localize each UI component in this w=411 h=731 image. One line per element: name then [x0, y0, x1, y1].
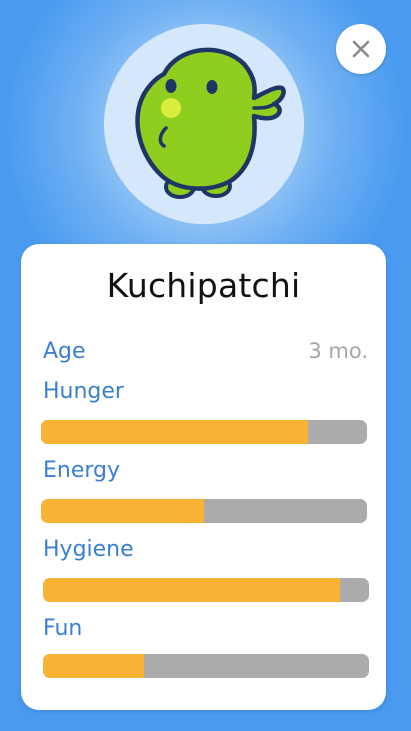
age-label: Age: [43, 339, 86, 364]
hunger-label: Hunger: [43, 379, 124, 404]
hygiene-bar-fill: [43, 578, 340, 602]
pet-name: Kuchipatchi: [106, 266, 301, 305]
close-button[interactable]: [336, 24, 386, 74]
close-icon: [352, 40, 370, 58]
age-value: 3 mo.: [308, 339, 368, 363]
energy-bar-fill: [41, 499, 204, 523]
pet-stats-card: Kuchipatchi Age 3 mo. Hunger Energy Hygi…: [21, 244, 386, 710]
pet-status-screen: Kuchipatchi Age 3 mo. Hunger Energy Hygi…: [0, 0, 411, 731]
hunger-bar-fill: [41, 420, 309, 444]
hunger-bar: [41, 420, 367, 444]
fun-bar: [43, 654, 369, 678]
pet-avatar: [104, 24, 304, 224]
hygiene-bar: [43, 578, 369, 602]
hygiene-label: Hygiene: [43, 537, 134, 562]
energy-bar: [41, 499, 367, 523]
fun-bar-fill: [43, 654, 145, 678]
kuchipatchi-icon: [135, 47, 286, 199]
energy-label: Energy: [43, 458, 121, 483]
fun-label: Fun: [43, 616, 83, 641]
